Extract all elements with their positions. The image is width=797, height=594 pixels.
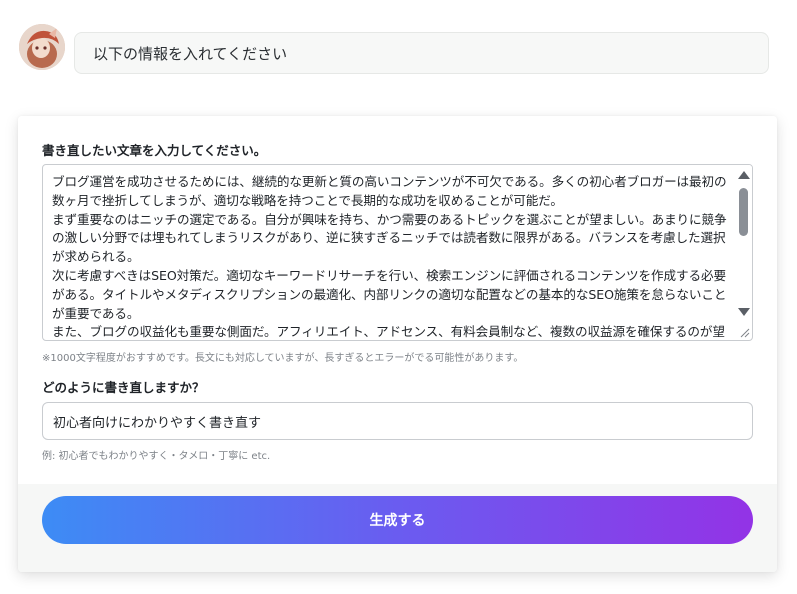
- article-input-label: 書き直したい文章を入力してください。: [42, 143, 267, 158]
- generate-button-label: 生成する: [369, 513, 426, 529]
- user-avatar: [19, 24, 65, 70]
- user-prompt-text: 以下の情報を入れてください: [93, 44, 288, 63]
- article-textarea[interactable]: ブログ運営を成功させるためには、継続的な更新と質の高いコンテンツが不可欠である。…: [42, 164, 753, 341]
- textarea-scrollbar[interactable]: [735, 165, 752, 325]
- article-length-hint: ※1000文字程度がおすすめです。長文にも対応していますが、長すぎるとエラーがで…: [42, 353, 524, 364]
- scroll-up-arrow-icon[interactable]: [738, 171, 750, 179]
- user-prompt-bubble: 以下の情報を入れてください: [74, 32, 769, 74]
- avatar-image: [19, 24, 65, 70]
- generate-button[interactable]: 生成する: [42, 496, 753, 544]
- style-example-hint: 例: 初心者でもわかりやすく・タメロ・丁寧に etc.: [42, 451, 271, 462]
- scroll-down-arrow-icon[interactable]: [738, 308, 750, 316]
- form-body: 書き直したい文章を入力してください。 ブログ運営を成功させるためには、継続的な更…: [18, 116, 777, 484]
- rewrite-style-input[interactable]: 初心者向けにわかりやすく書き直す: [42, 402, 753, 440]
- rewrite-form-card: 書き直したい文章を入力してください。 ブログ運営を成功させるためには、継続的な更…: [18, 116, 777, 572]
- rewrite-style-value[interactable]: 初心者向けにわかりやすく書き直す: [53, 412, 261, 431]
- resize-grip-icon[interactable]: [738, 326, 750, 338]
- style-input-label: どのように書き直しますか？: [42, 380, 205, 395]
- article-textarea-content[interactable]: ブログ運営を成功させるためには、継続的な更新と質の高いコンテンツが不可欠である。…: [52, 173, 736, 340]
- scroll-thumb[interactable]: [739, 188, 748, 236]
